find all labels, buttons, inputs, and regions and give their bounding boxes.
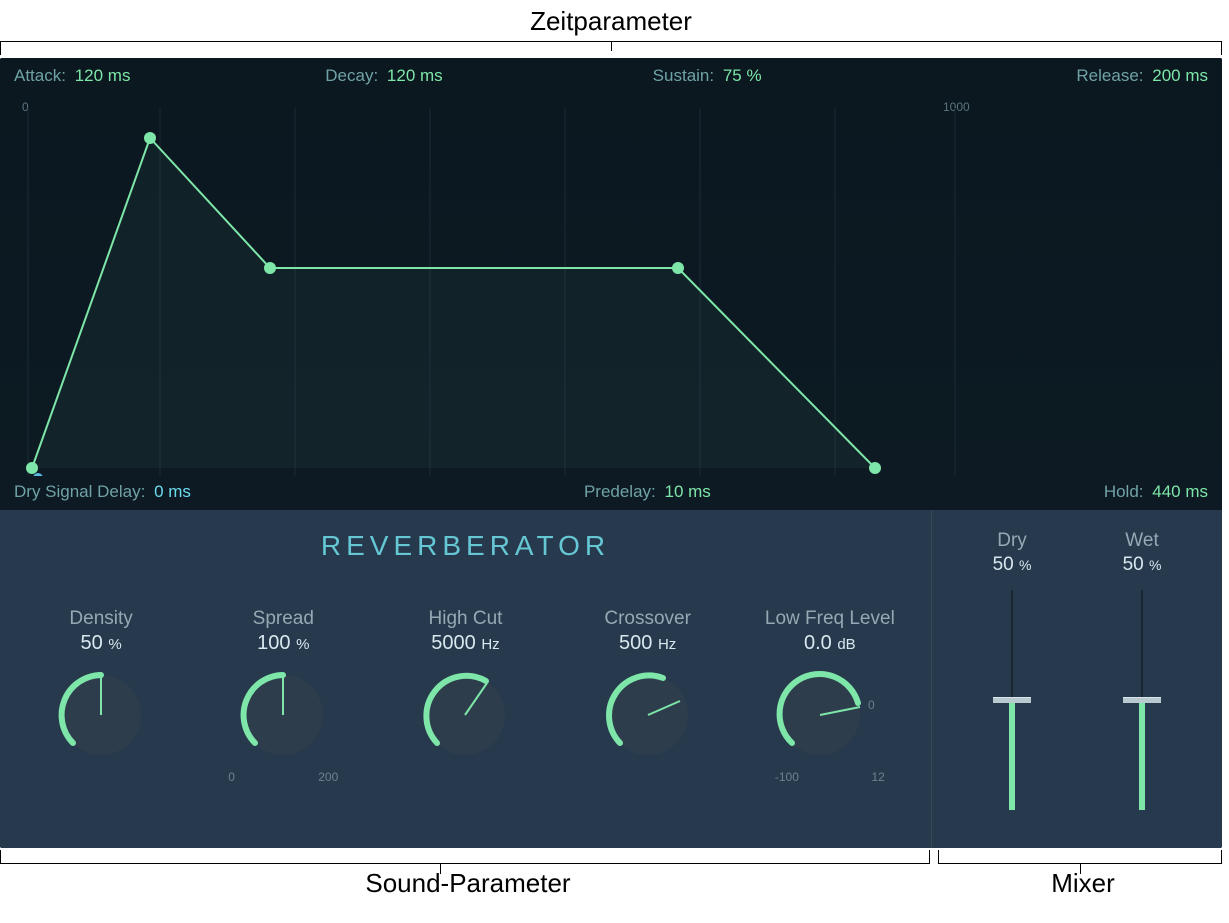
wet-label: Wet <box>1102 530 1182 552</box>
highcut-knob-graphic <box>415 661 515 761</box>
dry-signal-delay-param[interactable]: Dry Signal Delay: 0 ms <box>14 482 191 502</box>
release-label: Release: <box>1076 66 1143 85</box>
sound-parameter-panel: REVERBERATOR Density 50 % Spread <box>0 510 932 848</box>
lowfreq-tick-zero: 0 <box>868 698 875 712</box>
dry-label: Dry <box>972 530 1052 552</box>
lowfreq-knob[interactable]: Low Freq Level 0.0 dB 0 -100 12 <box>745 608 915 784</box>
attack-param[interactable]: Attack: 120 ms <box>14 66 130 86</box>
sustain-label: Sustain: <box>653 66 714 85</box>
plugin-title: REVERBERATOR <box>0 510 931 562</box>
decay-param[interactable]: Decay: 120 ms <box>325 66 442 86</box>
predelay-value: 10 ms <box>665 482 711 501</box>
wet-slider[interactable]: Wet 50 % <box>1102 530 1182 810</box>
hold-label: Hold: <box>1104 482 1144 501</box>
spread-knob[interactable]: Spread 100 % 0 200 <box>198 608 368 784</box>
spread-knob-graphic <box>233 661 333 761</box>
dry-signal-delay-value: 0 ms <box>154 482 191 501</box>
release-param[interactable]: Release: 200 ms <box>1076 66 1208 86</box>
density-label: Density <box>16 608 186 630</box>
lower-panel: REVERBERATOR Density 50 % Spread <box>0 510 1222 848</box>
crossover-value: 500 Hz <box>563 632 733 655</box>
lowfreq-tick-min: -100 <box>775 770 799 784</box>
spread-tick-min: 0 <box>228 770 235 784</box>
dry-value: 50 % <box>972 554 1052 576</box>
attack-value: 120 ms <box>75 66 131 85</box>
decay-label: Decay: <box>325 66 378 85</box>
predelay-param[interactable]: Predelay: 10 ms <box>584 482 711 502</box>
sustain-param[interactable]: Sustain: 75 % <box>653 66 762 86</box>
highcut-label: High Cut <box>380 608 550 630</box>
reverberator-plugin: Attack: 120 ms Decay: 120 ms Sustain: 75… <box>0 58 1222 848</box>
mixer-panel: Dry 50 % Wet 50 % <box>932 510 1222 848</box>
crossover-knob[interactable]: Crossover 500 Hz <box>563 608 733 784</box>
lowfreq-value: 0.0 dB <box>745 632 915 655</box>
release-value: 200 ms <box>1152 66 1208 85</box>
spread-value: 100 % <box>198 632 368 655</box>
attack-label: Attack: <box>14 66 66 85</box>
wet-slider-thumb[interactable] <box>1123 697 1161 703</box>
wet-value: 50 % <box>1102 554 1182 576</box>
dry-slider[interactable]: Dry 50 % <box>972 530 1052 810</box>
annotation-time-parameters: Zeitparameter <box>0 6 1222 55</box>
annotation-mixer: Mixer <box>938 850 1222 899</box>
hold-param[interactable]: Hold: 440 ms <box>1104 482 1208 502</box>
annotation-sound-parameters: Sound-Parameter <box>0 850 930 899</box>
decay-value: 120 ms <box>387 66 443 85</box>
envelope-graph[interactable] <box>20 108 1202 476</box>
dry-slider-track[interactable] <box>1009 590 1015 810</box>
sustain-value: 75 % <box>723 66 762 85</box>
lowfreq-knob-graphic: 0 <box>770 661 890 761</box>
crossover-knob-graphic <box>598 661 698 761</box>
spread-label: Spread <box>198 608 368 630</box>
crossover-label: Crossover <box>563 608 733 630</box>
annotation-top-label: Zeitparameter <box>530 6 692 37</box>
hold-value: 440 ms <box>1152 482 1208 501</box>
spread-tick-max: 200 <box>318 770 338 784</box>
dry-slider-thumb[interactable] <box>993 697 1031 703</box>
lowfreq-label: Low Freq Level <box>745 608 915 630</box>
highcut-value: 5000 Hz <box>380 632 550 655</box>
lowfreq-tick-max: 12 <box>871 770 884 784</box>
density-value: 50 % <box>16 632 186 655</box>
dry-signal-delay-label: Dry Signal Delay: <box>14 482 145 501</box>
highcut-knob[interactable]: High Cut 5000 Hz <box>380 608 550 784</box>
wet-slider-track[interactable] <box>1139 590 1145 810</box>
predelay-label: Predelay: <box>584 482 656 501</box>
density-knob-graphic <box>51 661 151 761</box>
density-knob[interactable]: Density 50 % <box>16 608 186 784</box>
envelope-display[interactable]: Attack: 120 ms Decay: 120 ms Sustain: 75… <box>0 58 1222 510</box>
annotation-sound-label: Sound-Parameter <box>359 868 570 899</box>
